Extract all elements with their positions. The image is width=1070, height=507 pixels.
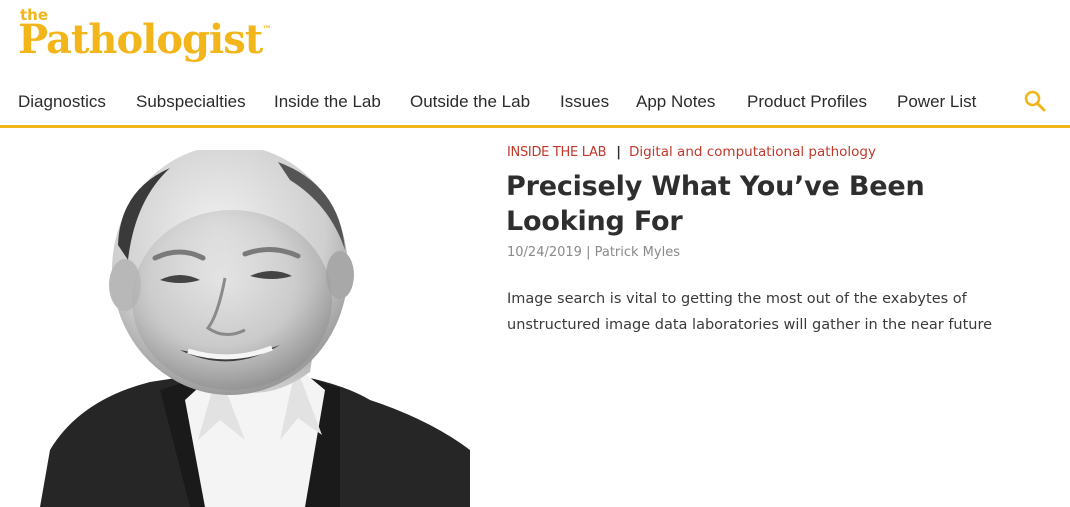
logo-trademark: ™ [262, 25, 271, 35]
nav-item-issues[interactable]: Issues [560, 92, 609, 112]
nav-item-diagnostics[interactable]: Diagnostics [18, 92, 106, 112]
nav-item-inside-the-lab[interactable]: Inside the Lab [274, 92, 381, 112]
main-nav: Diagnostics Subspecialties Inside the La… [0, 84, 1070, 128]
portrait-photo [40, 150, 470, 507]
logo-text: Pathologist [18, 16, 263, 63]
subcategory-link[interactable]: Digital and computational pathology [629, 144, 876, 160]
article-meta: INSIDE THE LAB | Digital and computational… [507, 144, 876, 160]
article-byline: 10/24/2019 | Patrick Myles [507, 245, 680, 260]
site-logo[interactable]: the Pathologist™ [18, 8, 271, 60]
article-summary: Image search is vital to getting the mos… [507, 291, 993, 333]
author-link[interactable]: Patrick Myles [595, 245, 680, 260]
category-separator: | [616, 145, 621, 160]
article-title[interactable]: Precisely What You’ve Been Looking For [506, 169, 1046, 239]
nav-item-app-notes[interactable]: App Notes [636, 92, 715, 112]
nav-item-product-profiles[interactable]: Product Profiles [747, 92, 867, 112]
nav-item-outside-the-lab[interactable]: Outside the Lab [410, 92, 530, 112]
logo-wordmark: Pathologist™ [18, 20, 271, 60]
category-link[interactable]: INSIDE THE LAB [507, 145, 607, 160]
article-date: 10/24/2019 [507, 245, 582, 260]
nav-item-subspecialties[interactable]: Subspecialties [136, 92, 246, 112]
byline-separator: | [581, 245, 595, 260]
nav-item-power-list[interactable]: Power List [897, 92, 976, 112]
search-icon[interactable] [1023, 89, 1047, 113]
article-image[interactable] [40, 150, 470, 507]
